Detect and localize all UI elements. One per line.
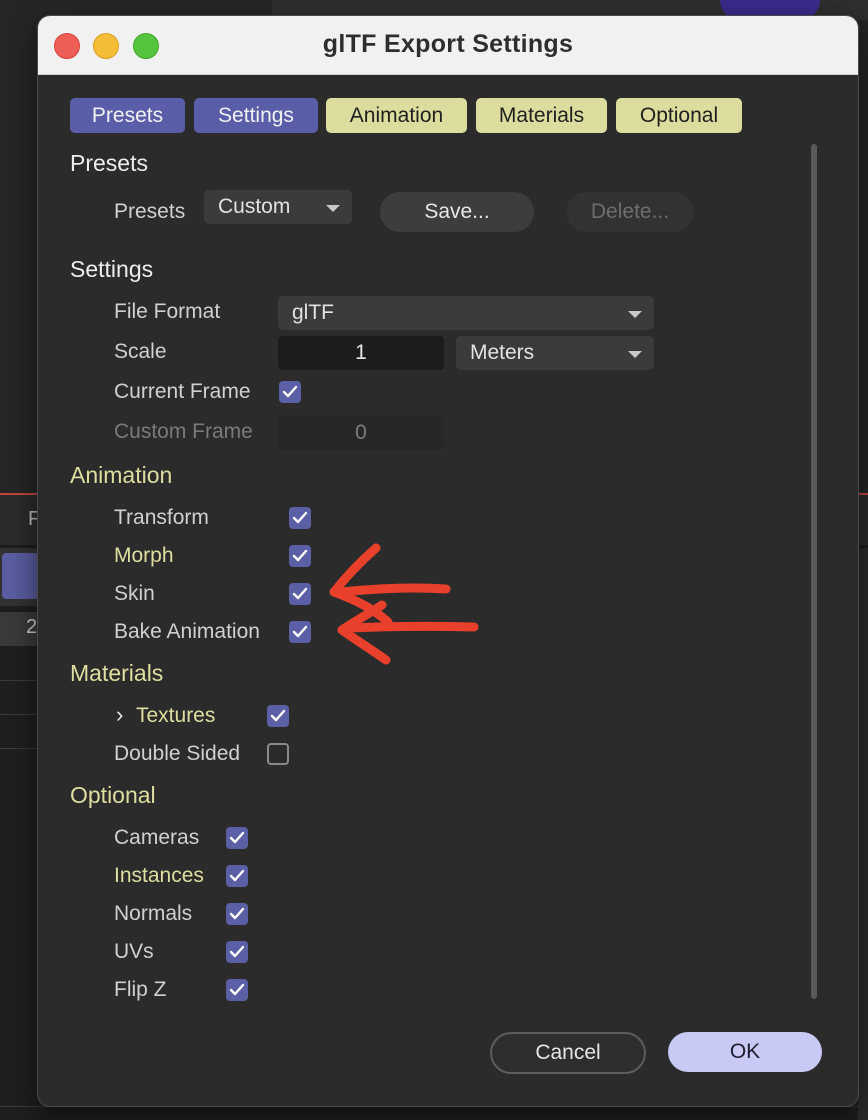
flip-z-checkbox[interactable] xyxy=(226,979,248,1001)
uvs-checkbox[interactable] xyxy=(226,941,248,963)
background-side-panel xyxy=(858,548,868,1120)
skin-checkbox[interactable] xyxy=(289,583,311,605)
checkmark-icon xyxy=(292,625,308,638)
checkmark-icon xyxy=(292,511,308,524)
title-bar: glTF Export Settings xyxy=(38,16,858,75)
bake-animation-checkbox[interactable] xyxy=(289,621,311,643)
instances-label: Instances xyxy=(114,864,204,887)
section-presets-title: Presets xyxy=(70,150,148,176)
checkmark-icon xyxy=(229,831,245,844)
checkmark-icon xyxy=(292,549,308,562)
scale-unit-value: Meters xyxy=(470,341,535,364)
morph-label: Morph xyxy=(114,544,174,567)
ok-button[interactable]: OK xyxy=(668,1032,822,1072)
double-sided-checkbox[interactable] xyxy=(267,743,289,765)
presets-label: Presets xyxy=(114,200,186,223)
checkmark-icon xyxy=(282,385,298,398)
morph-checkbox[interactable] xyxy=(289,545,311,567)
textures-checkbox[interactable] xyxy=(267,705,289,727)
instances-checkbox[interactable] xyxy=(226,865,248,887)
normals-checkbox[interactable] xyxy=(226,903,248,925)
tab-presets[interactable]: Presets xyxy=(70,98,185,133)
delete-preset-button[interactable]: Delete... xyxy=(566,192,694,232)
section-materials-title: Materials xyxy=(70,660,164,686)
checkmark-icon xyxy=(229,945,245,958)
tab-materials[interactable]: Materials xyxy=(476,98,607,133)
section-animation-title: Animation xyxy=(70,462,173,488)
bake-animation-label: Bake Animation xyxy=(114,620,260,643)
transform-label: Transform xyxy=(114,506,209,529)
section-settings-title: Settings xyxy=(70,256,154,282)
double-sided-label: Double Sided xyxy=(114,742,241,765)
checkmark-icon xyxy=(270,709,286,722)
checkmark-icon xyxy=(229,983,245,996)
chevron-down-icon xyxy=(326,205,340,212)
skin-label: Skin xyxy=(114,582,155,605)
file-format-value: glTF xyxy=(292,301,334,324)
export-settings-dialog: glTF Export Settings Presets Settings An… xyxy=(38,16,858,1106)
file-format-dropdown[interactable]: glTF xyxy=(278,296,654,330)
current-frame-label: Current Frame xyxy=(114,380,251,403)
tab-optional[interactable]: Optional xyxy=(616,98,742,133)
current-frame-checkbox[interactable] xyxy=(279,381,301,403)
uvs-label: UVs xyxy=(114,940,154,963)
presets-selected-value: Custom xyxy=(218,195,291,218)
cameras-checkbox[interactable] xyxy=(226,827,248,849)
checkmark-icon xyxy=(292,587,308,600)
custom-frame-input[interactable]: 0 xyxy=(278,416,444,450)
section-optional-title: Optional xyxy=(70,782,156,808)
presets-dropdown[interactable]: Custom xyxy=(204,190,352,224)
window-title: glTF Export Settings xyxy=(322,30,574,58)
scale-input[interactable]: 1 xyxy=(278,336,444,370)
background-tool-button[interactable] xyxy=(2,553,42,599)
chevron-right-icon[interactable]: › xyxy=(116,702,123,728)
checkmark-icon xyxy=(229,907,245,920)
normals-label: Normals xyxy=(114,902,193,925)
background-row-divider xyxy=(0,1106,868,1107)
cancel-button[interactable]: Cancel xyxy=(490,1032,646,1074)
custom-frame-label: Custom Frame xyxy=(114,420,253,443)
textures-label[interactable]: Textures xyxy=(136,704,215,728)
chevron-down-icon xyxy=(628,351,642,358)
tab-settings[interactable]: Settings xyxy=(194,98,318,133)
transform-checkbox[interactable] xyxy=(289,507,311,529)
flip-z-label: Flip Z xyxy=(114,978,167,1001)
file-format-label: File Format xyxy=(114,300,221,323)
background-ruler-label: 2 xyxy=(26,616,38,638)
scale-unit-dropdown[interactable]: Meters xyxy=(456,336,654,370)
checkmark-icon xyxy=(229,869,245,882)
save-preset-button[interactable]: Save... xyxy=(380,192,534,232)
scale-label: Scale xyxy=(114,340,167,363)
scrollbar[interactable] xyxy=(811,144,817,999)
tab-animation[interactable]: Animation xyxy=(326,98,467,133)
chevron-down-icon xyxy=(628,311,642,318)
cameras-label: Cameras xyxy=(114,826,200,849)
